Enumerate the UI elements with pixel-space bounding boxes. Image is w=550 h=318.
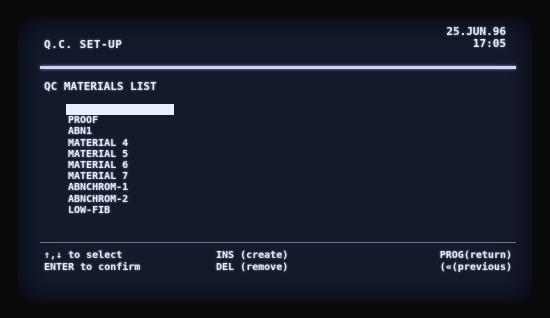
edit-help: INS (create) DEL (remove) xyxy=(216,250,288,274)
navigation-help: ↑,↓ to select ENTER to confirm xyxy=(44,250,140,274)
select-hint: ↑,↓ to select xyxy=(44,250,123,261)
list-title: QC MATERIALS LIST xyxy=(44,80,157,93)
crt-screen: Q.C. SET-UP 25.JUN.96 17:05 QC MATERIALS… xyxy=(18,18,532,302)
header-divider xyxy=(40,66,516,69)
footer-divider xyxy=(40,242,516,243)
create-hint: INS (create) xyxy=(216,250,289,261)
list-item[interactable]: ABNCHROM-2 xyxy=(66,194,174,205)
screen-title: Q.C. SET-UP xyxy=(44,38,123,51)
list-item[interactable]: MATERIAL 6 xyxy=(66,160,174,171)
previous-hint: («(previous) xyxy=(439,262,512,273)
remove-hint: DEL (remove) xyxy=(216,262,289,273)
datetime-display: 25.JUN.96 17:05 xyxy=(446,26,506,50)
return-help: PROG(return) («(previous) xyxy=(440,250,512,274)
list-item[interactable]: MATERIAL 7 xyxy=(66,171,174,182)
time-label: 17:05 xyxy=(472,37,506,50)
list-item[interactable]: MATERIAL 5 xyxy=(66,149,174,160)
list-item[interactable]: ABN1 xyxy=(66,126,174,137)
list-item[interactable]: PROOF xyxy=(66,115,174,126)
list-item-selected[interactable]: QC xyxy=(66,104,174,116)
list-item[interactable]: ABNCHROM-1 xyxy=(66,182,174,193)
list-item[interactable]: MATERIAL 4 xyxy=(66,138,174,149)
list-item[interactable]: LOW-FIB xyxy=(66,205,174,216)
return-hint: PROG(return) xyxy=(439,250,512,261)
confirm-hint: ENTER to confirm xyxy=(44,262,141,273)
materials-list: QC PROOF ABN1 MATERIAL 4 MATERIAL 5 MATE… xyxy=(66,104,174,216)
